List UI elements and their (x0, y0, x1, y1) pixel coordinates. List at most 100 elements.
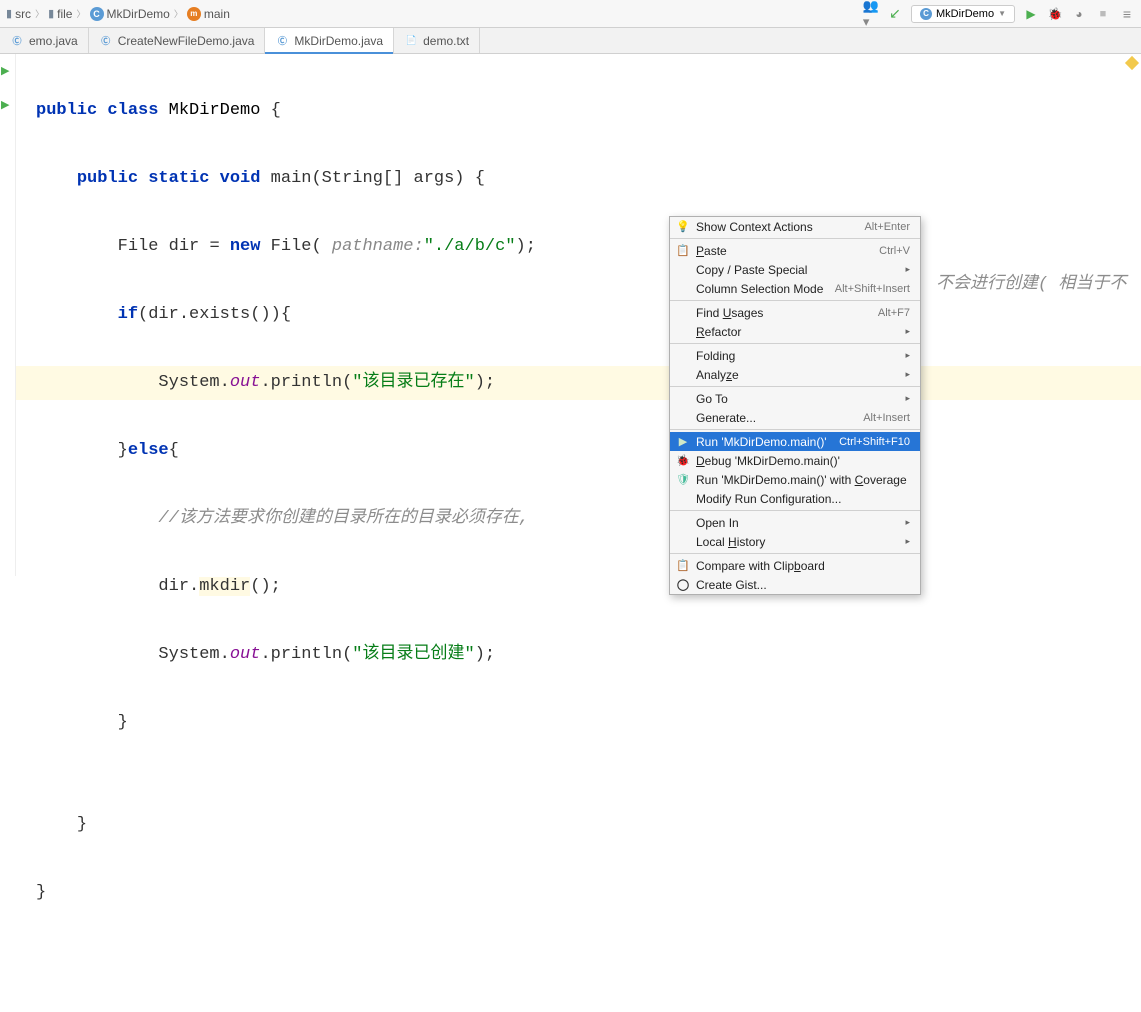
editor-area: ▶ ▶ public class MkDirDemo { public stat… (0, 54, 1141, 576)
menu-item-label: Generate... (696, 411, 756, 425)
shield-icon: 🛡 (676, 473, 690, 486)
breadcrumb: ▮src 〉 ▮file 〉 CMkDirDemo 〉 mmain (6, 7, 863, 21)
code-text: System. (158, 645, 229, 664)
menu-item-run-mkdirdemo-main[interactable]: ▶Run 'MkDirDemo.main()'Ctrl+Shift+F10 (670, 432, 920, 451)
debug-button[interactable]: 🐞 (1047, 6, 1063, 22)
method-icon: m (187, 7, 201, 21)
field-ref: out (230, 645, 261, 664)
menu-item-column-selection-mode[interactable]: Column Selection ModeAlt+Shift+Insert (670, 279, 920, 298)
tab-createnewfiledemo[interactable]: ⒸCreateNewFileDemo.java (89, 28, 266, 53)
menu-item-refactor[interactable]: Refactor (670, 322, 920, 341)
menu-separator (670, 343, 920, 344)
run-config-selector[interactable]: C MkDirDemo ▼ (911, 5, 1015, 23)
code-text: (); (250, 577, 281, 596)
menu-item-create-gist[interactable]: ◯Create Gist... (670, 575, 920, 594)
java-file-icon: Ⓒ (10, 34, 24, 48)
menu-item-label: Copy / Paste Special (696, 263, 807, 277)
coverage-button[interactable]: ◕ (1071, 6, 1087, 22)
folder-icon: ▮ (6, 7, 12, 20)
breadcrumb-item-file[interactable]: ▮file (48, 7, 72, 21)
code-text: System. (158, 373, 229, 392)
code-text: { (260, 101, 280, 120)
menu-item-local-history[interactable]: Local History (670, 532, 920, 551)
tab-mkdirdemo[interactable]: Ⓒ MkDirDemo.java (265, 28, 394, 53)
run-gutter-icon[interactable]: ▶ (1, 98, 9, 111)
dropdown-icon: ▼ (998, 9, 1006, 18)
text-file-icon: 📄 (404, 34, 418, 48)
run-config-label: MkDirDemo (936, 8, 994, 20)
code-text: ); (475, 373, 495, 392)
menu-item-go-to[interactable]: Go To (670, 389, 920, 408)
play-icon: ▶ (676, 435, 690, 448)
menu-item-paste[interactable]: 📋PasteCtrl+V (670, 241, 920, 260)
run-gutter-icon[interactable]: ▶ (1, 64, 9, 77)
menu-item-modify-run-configuration[interactable]: Modify Run Configuration... (670, 489, 920, 508)
tab-label: CreateNewFileDemo.java (118, 34, 255, 48)
breadcrumb-item-class[interactable]: CMkDirDemo (90, 7, 170, 21)
breadcrumb-label: file (57, 7, 72, 21)
string-literal: "该目录已创建" (352, 645, 474, 664)
code-text: File( (260, 237, 331, 256)
menu-item-label: Column Selection Mode (696, 282, 823, 296)
clip-icon: 📋 (676, 559, 690, 572)
update-icon[interactable]: ↙ (887, 6, 903, 22)
method-call: mkdir (199, 577, 250, 596)
code-text: { (169, 441, 179, 460)
stop-button[interactable]: ■ (1095, 6, 1111, 22)
menu-shortcut: Ctrl+Shift+F10 (839, 436, 910, 448)
breadcrumb-label: MkDirDemo (107, 7, 170, 21)
class-name: MkDirDemo (169, 101, 261, 120)
breadcrumb-item-src[interactable]: ▮src (6, 7, 31, 21)
chevron-right-icon: 〉 (76, 7, 85, 20)
menu-item-folding[interactable]: Folding (670, 346, 920, 365)
menu-item-label: Open In (696, 516, 739, 530)
menu-item-run-mkdirdemo-main-with-coverage[interactable]: 🛡Run 'MkDirDemo.main()' with Coverage (670, 470, 920, 489)
menu-item-label: Folding (696, 349, 735, 363)
kw: public (77, 169, 138, 188)
menu-item-label: Create Gist... (696, 578, 767, 592)
bulb-icon: 💡 (676, 220, 690, 233)
menu-item-label: Show Context Actions (696, 220, 813, 234)
gutter: ▶ ▶ (0, 54, 16, 576)
kw: static (148, 169, 209, 188)
more-icon[interactable]: ≡ (1119, 6, 1135, 22)
field-ref: out (230, 373, 261, 392)
kw: if (118, 305, 138, 324)
context-menu: 💡Show Context ActionsAlt+Enter📋PasteCtrl… (669, 216, 921, 595)
code-editor[interactable]: public class MkDirDemo { public static v… (16, 54, 1141, 576)
menu-separator (670, 510, 920, 511)
tab-emo-java[interactable]: Ⓒemo.java (0, 28, 89, 53)
class-icon: C (90, 7, 104, 21)
menu-shortcut: Ctrl+V (879, 245, 910, 257)
tab-label: emo.java (29, 34, 78, 48)
chevron-right-icon: 〉 (174, 7, 183, 20)
tab-label: demo.txt (423, 34, 469, 48)
menu-item-generate[interactable]: Generate... Alt+Insert (670, 408, 920, 427)
code-text: File dir = (118, 237, 230, 256)
kw: public (36, 101, 97, 120)
menu-item-label: Local History (696, 535, 765, 549)
kw: class (107, 101, 158, 120)
menu-shortcut: Alt+Insert (863, 412, 910, 424)
menu-separator (670, 386, 920, 387)
breadcrumb-label: main (204, 7, 230, 21)
tab-label: MkDirDemo.java (294, 34, 383, 48)
menu-item-analyze[interactable]: Analyze (670, 365, 920, 384)
code-text: ); (516, 237, 536, 256)
menu-item-debug-mkdirdemo-main[interactable]: 🐞Debug 'MkDirDemo.main()' (670, 451, 920, 470)
menu-separator (670, 238, 920, 239)
paste-icon: 📋 (676, 244, 690, 257)
code-with-me-icon[interactable]: 👥▾ (863, 6, 879, 22)
breadcrumb-item-method[interactable]: mmain (187, 7, 230, 21)
menu-item-compare-with-clipboard[interactable]: 📋Compare with Clipboard (670, 556, 920, 575)
menu-item-find-usages[interactable]: Find UsagesAlt+F7 (670, 303, 920, 322)
tab-demo-txt[interactable]: 📄 demo.txt (394, 28, 480, 53)
code-text: ); (475, 645, 495, 664)
menu-item-open-in[interactable]: Open In (670, 513, 920, 532)
method-name: main (271, 169, 312, 188)
java-file-icon: Ⓒ (275, 34, 289, 48)
code-text: (String[] args) { (311, 169, 484, 188)
run-button[interactable]: ▶ (1023, 6, 1039, 22)
menu-item-show-context-actions[interactable]: 💡Show Context ActionsAlt+Enter (670, 217, 920, 236)
menu-item-copy-paste-special[interactable]: Copy / Paste Special (670, 260, 920, 279)
